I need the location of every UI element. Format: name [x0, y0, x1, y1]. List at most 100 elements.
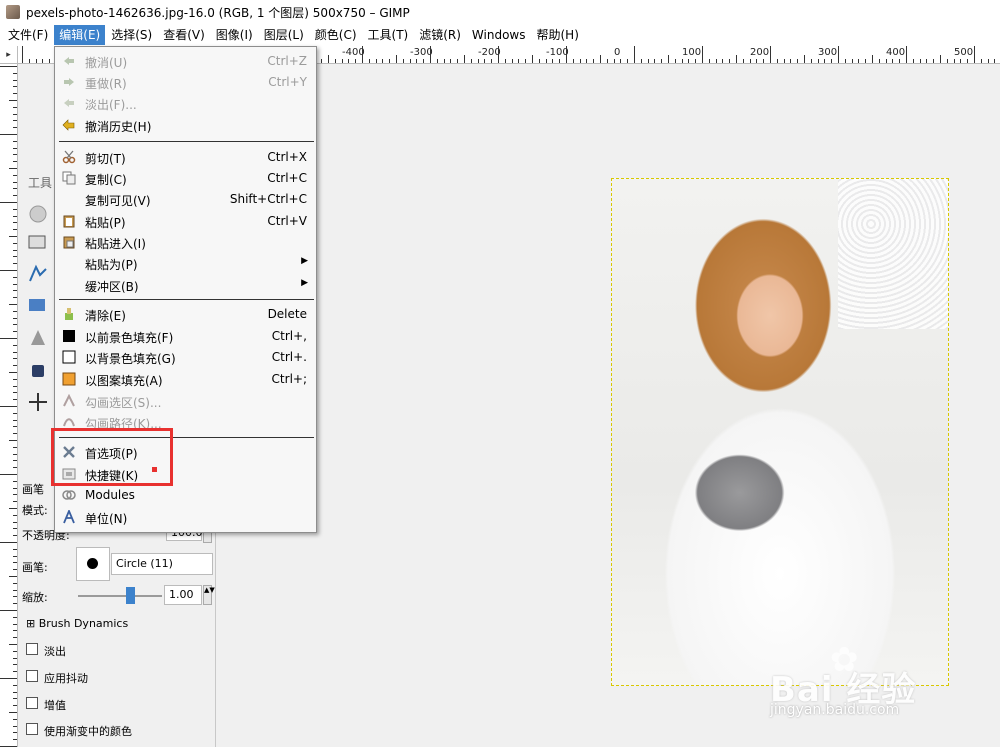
ruler-tick: [919, 59, 921, 63]
ruler-tick: [518, 59, 520, 63]
ruler-tick: [13, 365, 17, 367]
brush-name-field[interactable]: Circle (11): [111, 553, 213, 575]
menu-separator: [59, 141, 314, 142]
ruler-tick: [13, 514, 17, 516]
ruler-tick: [13, 229, 17, 231]
menu-item-shortcut: Ctrl+Z: [267, 54, 307, 68]
menu-view[interactable]: 查看(V): [158, 25, 210, 45]
menu-item-stroke-selection[interactable]: 勾画选区(S)...: [55, 391, 316, 412]
baidu-watermark: ✿ Bai 经验 jingyan.baidu.com: [770, 640, 990, 740]
ruler-tick: [817, 59, 819, 63]
ruler-tick: [749, 59, 751, 63]
undo-icon: [64, 57, 74, 65]
menu-item-copy-visible[interactable]: 复制可见(V) Shift+Ctrl+C: [55, 189, 316, 210]
scale-slider-knob[interactable]: [126, 587, 135, 604]
ruler-tick: [980, 59, 982, 63]
ruler-tick: [13, 276, 17, 278]
menu-item-fill-bg[interactable]: 以背景色填充(G) Ctrl+.: [55, 347, 316, 368]
gradient-color-checkbox[interactable]: [26, 723, 38, 735]
ruler-tick: [926, 59, 928, 63]
ruler-tick: [13, 195, 17, 197]
ruler-tick: [9, 100, 17, 101]
menu-image[interactable]: 图像(I): [211, 25, 258, 45]
ruler-tick: [491, 59, 493, 63]
menu-colors[interactable]: 颜色(C): [310, 25, 362, 45]
ruler-tick: [13, 154, 17, 156]
menu-item-label: 粘贴(P): [85, 216, 126, 230]
scale-spinner[interactable]: ▲▼: [203, 585, 215, 605]
heal-tool-icon[interactable]: [26, 295, 50, 317]
menu-item-cut[interactable]: 剪切(T) Ctrl+X: [55, 147, 316, 168]
ruler-tick: [13, 426, 17, 428]
menu-item-fade[interactable]: 淡出(F)...: [55, 93, 316, 114]
menu-item-label: 撤消历史(H): [85, 120, 152, 134]
menu-filters[interactable]: 滤镜(R): [414, 25, 466, 45]
ruler-tick: [13, 569, 17, 571]
ruler-tick: [13, 657, 17, 659]
canvas-image[interactable]: [611, 178, 949, 686]
menu-item-buffer[interactable]: 缓冲区(B) ▶: [55, 275, 316, 296]
menu-windows[interactable]: Windows: [467, 25, 531, 45]
menu-item-label: 缓冲区(B): [85, 280, 139, 294]
menu-item-paste-as[interactable]: 粘贴为(P) ▶: [55, 253, 316, 274]
menu-help[interactable]: 帮助(H): [532, 25, 584, 45]
ruler-corner-button[interactable]: ▸: [0, 46, 18, 64]
menu-select[interactable]: 选择(S): [106, 25, 157, 45]
menu-item-paste[interactable]: 粘贴(P) Ctrl+V: [55, 211, 316, 232]
menu-item-redo[interactable]: 重做(R) Ctrl+Y: [55, 72, 316, 93]
ruler-tick: [674, 59, 676, 63]
ruler-tick: [797, 59, 799, 63]
menu-edit[interactable]: 编辑(E): [54, 25, 106, 45]
ruler-tick: [13, 419, 17, 421]
jitter-checkbox[interactable]: [26, 670, 38, 682]
menu-item-label: 粘贴进入(I): [85, 237, 146, 251]
incremental-label: 增值: [44, 699, 66, 712]
menu-item-units[interactable]: 单位(N): [55, 507, 316, 528]
menu-tools[interactable]: 工具(T): [363, 25, 414, 45]
fuzzy-select-tool-icon[interactable]: [26, 263, 50, 285]
ruler-tick: [13, 535, 17, 537]
ruler-tick: [348, 59, 350, 63]
ink-tool-icon[interactable]: [26, 359, 50, 381]
ruler-tick: [810, 59, 812, 63]
ruler-tick: [974, 46, 975, 63]
scale-slider[interactable]: [78, 587, 162, 604]
incremental-checkbox[interactable]: [26, 697, 38, 709]
fade-checkbox[interactable]: [26, 643, 38, 655]
ruler-tick: [946, 59, 948, 63]
rect-select-tool-icon[interactable]: [26, 231, 50, 253]
menu-item-label: 复制可见(V): [85, 194, 151, 208]
menu-item-clear[interactable]: 清除(E) Delete: [55, 304, 316, 325]
menu-layer[interactable]: 图层(L): [259, 25, 309, 45]
ruler-tick: [0, 134, 17, 135]
ruler-tick: [13, 725, 17, 727]
menu-file[interactable]: 文件(F): [3, 25, 53, 45]
brush-preview-button[interactable]: [76, 547, 110, 581]
ruler-tick: [13, 732, 17, 734]
menu-item-fill-fg[interactable]: 以前景色填充(F) Ctrl+,: [55, 326, 316, 347]
ruler-tick: [443, 59, 445, 63]
ruler-tick: [13, 86, 17, 88]
menu-item-copy[interactable]: 复制(C) Ctrl+C: [55, 168, 316, 189]
ruler-tick: [13, 127, 17, 129]
ruler-tick: [13, 412, 17, 414]
menu-item-undo-history[interactable]: 撤消历史(H): [55, 115, 316, 136]
move-tool-icon[interactable]: [26, 391, 50, 413]
menu-item-fill-pattern[interactable]: 以图案填充(A) Ctrl+;: [55, 369, 316, 390]
ruler-tick: [13, 378, 17, 380]
ruler-tick: [450, 59, 452, 63]
menu-item-modules[interactable]: Modules: [55, 485, 316, 506]
menu-item-label: 勾画选区(S)...: [85, 396, 162, 410]
ruler-tick: [763, 59, 765, 63]
clone-tool-icon[interactable]: [26, 327, 50, 349]
scale-input[interactable]: 1.00: [164, 585, 202, 605]
ruler-tick: [906, 46, 907, 63]
menu-item-paste-into[interactable]: 粘贴进入(I): [55, 232, 316, 253]
paintbrush-tool-icon[interactable]: [26, 203, 50, 225]
menu-item-undo[interactable]: 撤消(U) Ctrl+Z: [55, 51, 316, 72]
menu-item-shortcut: Ctrl+,: [271, 329, 307, 343]
ruler-tick: [858, 59, 860, 63]
brush-dynamics-expander[interactable]: ⊞ Brush Dynamics: [26, 617, 128, 630]
ruler-tick: [9, 644, 17, 645]
ruler-tick: [9, 372, 17, 373]
